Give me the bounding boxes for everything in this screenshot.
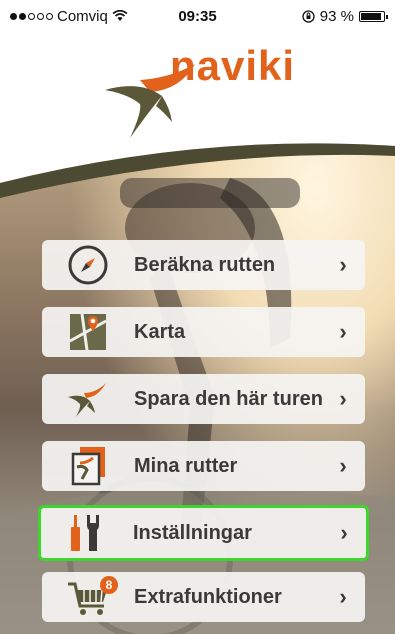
menu-item-save-route[interactable]: Spara den här turen › — [42, 374, 365, 424]
chevron-right-icon: › — [339, 584, 347, 609]
menu-item-label: Spara den här turen — [134, 387, 323, 410]
my-routes-icon — [64, 444, 112, 488]
save-route-icon — [64, 377, 112, 421]
settings-tools-icon — [63, 511, 111, 555]
chevron-right-icon: › — [339, 319, 347, 344]
menu-item-my-routes[interactable]: Mina rutter › — [42, 441, 365, 491]
menu-item-label: Inställningar — [133, 521, 252, 544]
menu-item-label: Mina rutter — [134, 454, 238, 477]
map-icon — [64, 310, 112, 354]
chevron-right-icon: › — [340, 520, 348, 545]
menu-item-map[interactable]: Karta › — [42, 307, 365, 357]
chevron-right-icon: › — [339, 252, 347, 277]
menu-item-settings[interactable]: Inställningar › — [38, 505, 369, 561]
chevron-right-icon: › — [339, 386, 347, 411]
menu-item-label: Beräkna rutten — [134, 253, 276, 276]
compass-icon — [64, 243, 112, 287]
menu-item-label: Karta — [134, 320, 186, 343]
menu-item-calculate-route[interactable]: Beräkna rutten › — [42, 240, 365, 290]
menu-item-label: Extrafunktioner — [134, 585, 282, 608]
menu-item-extra-features[interactable]: 8 Extrafunktioner › — [42, 572, 365, 622]
chevron-right-icon: › — [339, 453, 347, 478]
notification-badge: 8 — [100, 576, 118, 594]
main-menu: Beräkna rutten › Karta › Spara den här t… — [0, 0, 395, 634]
